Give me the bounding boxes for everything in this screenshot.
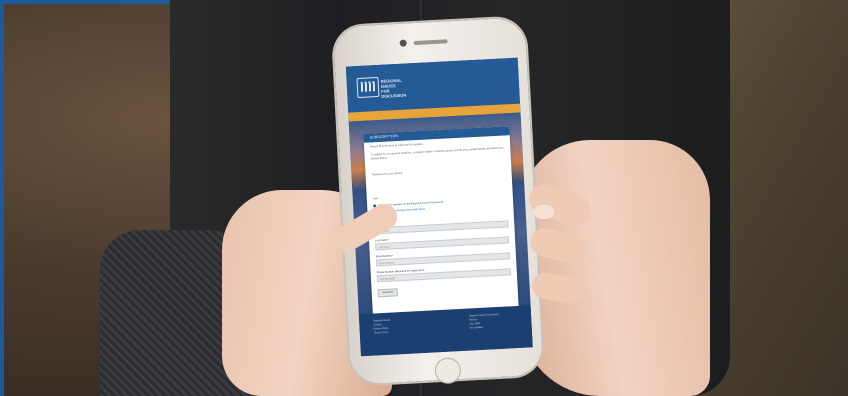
- site-logo[interactable]: REGIONAL ISSUES FOR DISCUSSION: [356, 72, 407, 104]
- logo-line-3: FOR DISCUSSION: [381, 88, 407, 99]
- subscribe-button[interactable]: Subscribe: [377, 288, 398, 298]
- form-intro-3: Thank you for your interest.: [371, 171, 404, 177]
- footer-link[interactable]: Get Updates: [470, 325, 500, 331]
- form-intro-2: To register for our general email list, …: [370, 146, 504, 161]
- logo-emblem-icon: [356, 76, 380, 99]
- footer-links-left: Regional Issues Contact Privacy Policy T…: [373, 319, 391, 336]
- fingernail: [534, 205, 554, 219]
- image-border-left: [0, 0, 4, 396]
- last-name-input[interactable]: Last Name: [375, 236, 510, 251]
- front-camera: [399, 39, 407, 47]
- earpiece-speaker: [413, 39, 448, 46]
- footer-contact-right: Regional Issues Framework PO Box City, S…: [469, 313, 499, 331]
- smartphone: REGIONAL ISSUES FOR DISCUSSION SUBSCRIPT…: [332, 17, 544, 385]
- logo-text: REGIONAL ISSUES FOR DISCUSSION: [381, 78, 407, 99]
- footer-link[interactable]: Terms of Use: [374, 331, 391, 336]
- site-footer: Regional Issues Contact Privacy Policy T…: [358, 305, 533, 357]
- radio-group-label: I am:: [372, 197, 379, 201]
- right-hand: [520, 140, 710, 396]
- email-input[interactable]: Email Address: [375, 252, 511, 267]
